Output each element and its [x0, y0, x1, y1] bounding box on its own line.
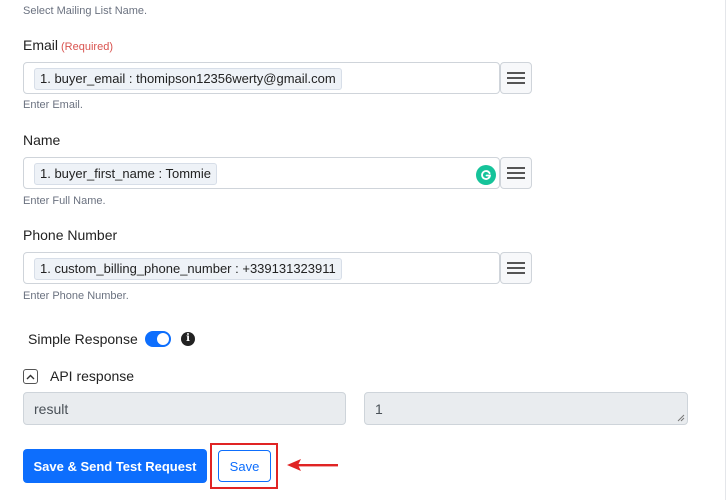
required-indicator: (Required) — [61, 41, 113, 53]
email-label-text: Email — [23, 37, 59, 53]
hamburger-menu-icon — [507, 72, 525, 84]
resize-grip-icon[interactable] — [677, 414, 685, 422]
name-field[interactable]: 1. buyer_first_name : Tommie — [23, 157, 500, 189]
name-hint: Enter Full Name. — [23, 195, 106, 207]
name-field-menu-button[interactable] — [500, 157, 532, 189]
api-response-key-field: result — [23, 392, 346, 425]
api-response-value-field: 1 — [364, 392, 688, 425]
chevron-up-icon — [26, 374, 35, 379]
simple-response-toggle[interactable] — [145, 331, 171, 347]
api-response-key-value: result — [34, 401, 69, 417]
email-field[interactable]: 1. buyer_email : thomipson12356werty@gma… — [23, 62, 500, 94]
name-mapped-chip[interactable]: 1. buyer_first_name : Tommie — [34, 163, 217, 185]
save-button[interactable]: Save — [218, 450, 271, 482]
email-mapped-chip[interactable]: 1. buyer_email : thomipson12356werty@gma… — [34, 68, 342, 90]
name-label: Name — [23, 132, 61, 148]
simple-response-label: Simple Response — [28, 331, 138, 347]
hamburger-menu-icon — [507, 262, 525, 274]
api-response-collapse-button[interactable] — [23, 369, 38, 384]
toggle-knob — [157, 333, 169, 345]
phone-mapped-chip[interactable]: 1. custom_billing_phone_number : +339131… — [34, 258, 342, 280]
email-label: Email (Required) — [23, 37, 113, 53]
save-send-test-request-button[interactable]: Save & Send Test Request — [23, 449, 207, 483]
phone-field[interactable]: 1. custom_billing_phone_number : +339131… — [23, 252, 500, 284]
email-hint: Enter Email. — [23, 99, 83, 111]
grammarly-icon[interactable] — [476, 165, 496, 185]
phone-label: Phone Number — [23, 227, 118, 243]
hamburger-menu-icon — [507, 167, 525, 179]
phone-field-menu-button[interactable] — [500, 252, 532, 284]
api-response-label: API response — [50, 368, 135, 384]
left-arrow-icon — [287, 459, 338, 471]
grammarly-glyph — [481, 170, 492, 180]
mailing-list-hint: Select Mailing List Name. — [23, 5, 148, 17]
info-icon[interactable]: i — [181, 332, 195, 346]
phone-hint: Enter Phone Number. — [23, 290, 129, 302]
email-field-menu-button[interactable] — [500, 62, 532, 94]
api-response-value-text: 1 — [375, 401, 383, 417]
